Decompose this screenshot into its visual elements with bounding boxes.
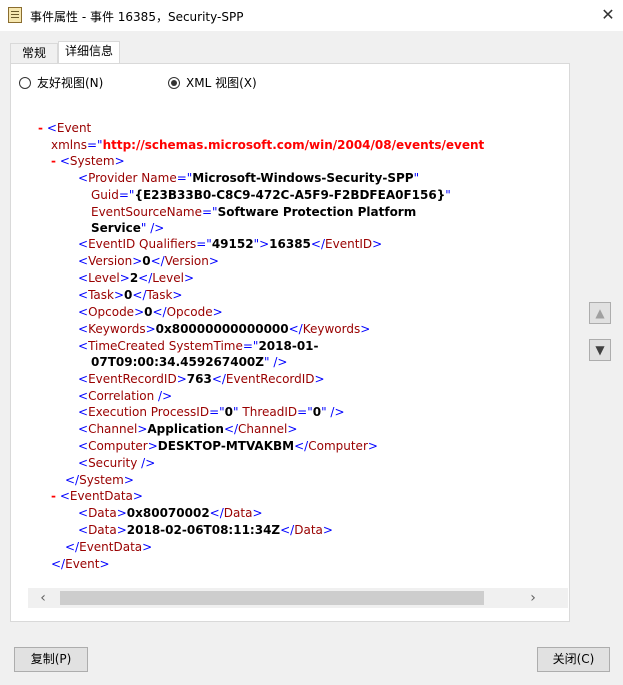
- xml-line: <EventRecordID>763</EventRecordID>: [78, 372, 325, 386]
- xml-line: <Correlation />: [78, 389, 173, 403]
- arrow-up-icon: ▲: [595, 306, 605, 320]
- xml-line: - <System>: [51, 154, 125, 168]
- radio-label: XML 视图(X): [186, 76, 257, 90]
- xml-line: <Level>2</Level>: [78, 271, 195, 285]
- xml-line: Guid="{E23B33B0-C8C9-472C-A5F9-F2BDFEA0F…: [91, 188, 451, 202]
- xml-line: <Execution ProcessID="0" ThreadID="0" />: [78, 405, 345, 419]
- xml-line: </EventData>: [65, 540, 153, 554]
- xml-line: Service" />: [91, 221, 165, 235]
- scrollbar-thumb[interactable]: [60, 591, 484, 605]
- radio-label: 友好视图(N): [37, 76, 104, 90]
- xml-line: <Version>0</Version>: [78, 254, 219, 268]
- xml-line: <Task>0</Task>: [78, 288, 183, 302]
- window-title: 事件属性 - 事件 16385，Security-SPP: [30, 10, 244, 24]
- title-bar: 事件属性 - 事件 16385，Security-SPP ✕: [0, 0, 623, 31]
- xml-line: <Channel>Application</Channel>: [78, 422, 298, 436]
- xml-line: <Security />: [78, 456, 156, 470]
- xml-line: <EventID Qualifiers="49152">16385</Event…: [78, 237, 383, 251]
- radio-button-icon[interactable]: [19, 77, 31, 89]
- xml-line: </Event>: [51, 557, 110, 571]
- xml-line: <Computer>DESKTOP-MTVAKBM</Computer>: [78, 439, 378, 453]
- xml-line: xmlns="http://schemas.microsoft.com/win/…: [51, 138, 485, 152]
- xml-line: 07T09:00:34.459267400Z" />: [91, 355, 288, 369]
- tab-general[interactable]: 常规: [10, 43, 58, 64]
- scroll-right-icon[interactable]: ›: [524, 589, 542, 607]
- radio-friendly-view[interactable]: 友好视图(N): [19, 76, 103, 90]
- xml-line: <TimeCreated SystemTime="2018-01-: [78, 339, 319, 353]
- tab-details[interactable]: 详细信息: [58, 41, 120, 64]
- arrow-down-icon: ▼: [595, 343, 605, 357]
- xml-line: <Opcode>0</Opcode>: [78, 305, 223, 319]
- xml-line: <Data>2018-02-06T08:11:34Z</Data>: [78, 523, 333, 537]
- scroll-left-icon[interactable]: ‹: [34, 589, 52, 607]
- xml-line: <Data>0x80070002</Data>: [78, 506, 263, 520]
- event-viewer-icon: [8, 7, 22, 23]
- xml-line: <Keywords>0x80000000000000</Keywords>: [78, 322, 371, 336]
- close-icon[interactable]: ✕: [598, 5, 618, 25]
- radio-xml-view[interactable]: XML 视图(X): [168, 76, 257, 90]
- previous-event-button[interactable]: ▲: [589, 302, 611, 324]
- close-button[interactable]: 关闭(C): [537, 647, 610, 672]
- radio-button-selected-icon[interactable]: [168, 77, 180, 89]
- xml-line: - <Event: [38, 121, 92, 135]
- copy-button[interactable]: 复制(P): [14, 647, 88, 672]
- horizontal-scrollbar[interactable]: ‹ ›: [28, 588, 568, 608]
- xml-line: </System>: [65, 473, 134, 487]
- xml-line: - <EventData>: [51, 489, 143, 503]
- collapse-toggle[interactable]: -: [38, 121, 43, 135]
- collapse-toggle[interactable]: -: [51, 154, 56, 168]
- collapse-toggle[interactable]: -: [51, 489, 56, 503]
- xml-line: EventSourceName="Software Protection Pla…: [91, 205, 417, 219]
- xml-line: <Provider Name="Microsoft-Windows-Securi…: [78, 171, 420, 185]
- next-event-button[interactable]: ▼: [589, 339, 611, 361]
- xml-view[interactable]: - <Event xmlns="http://schemas.microsoft…: [28, 104, 568, 588]
